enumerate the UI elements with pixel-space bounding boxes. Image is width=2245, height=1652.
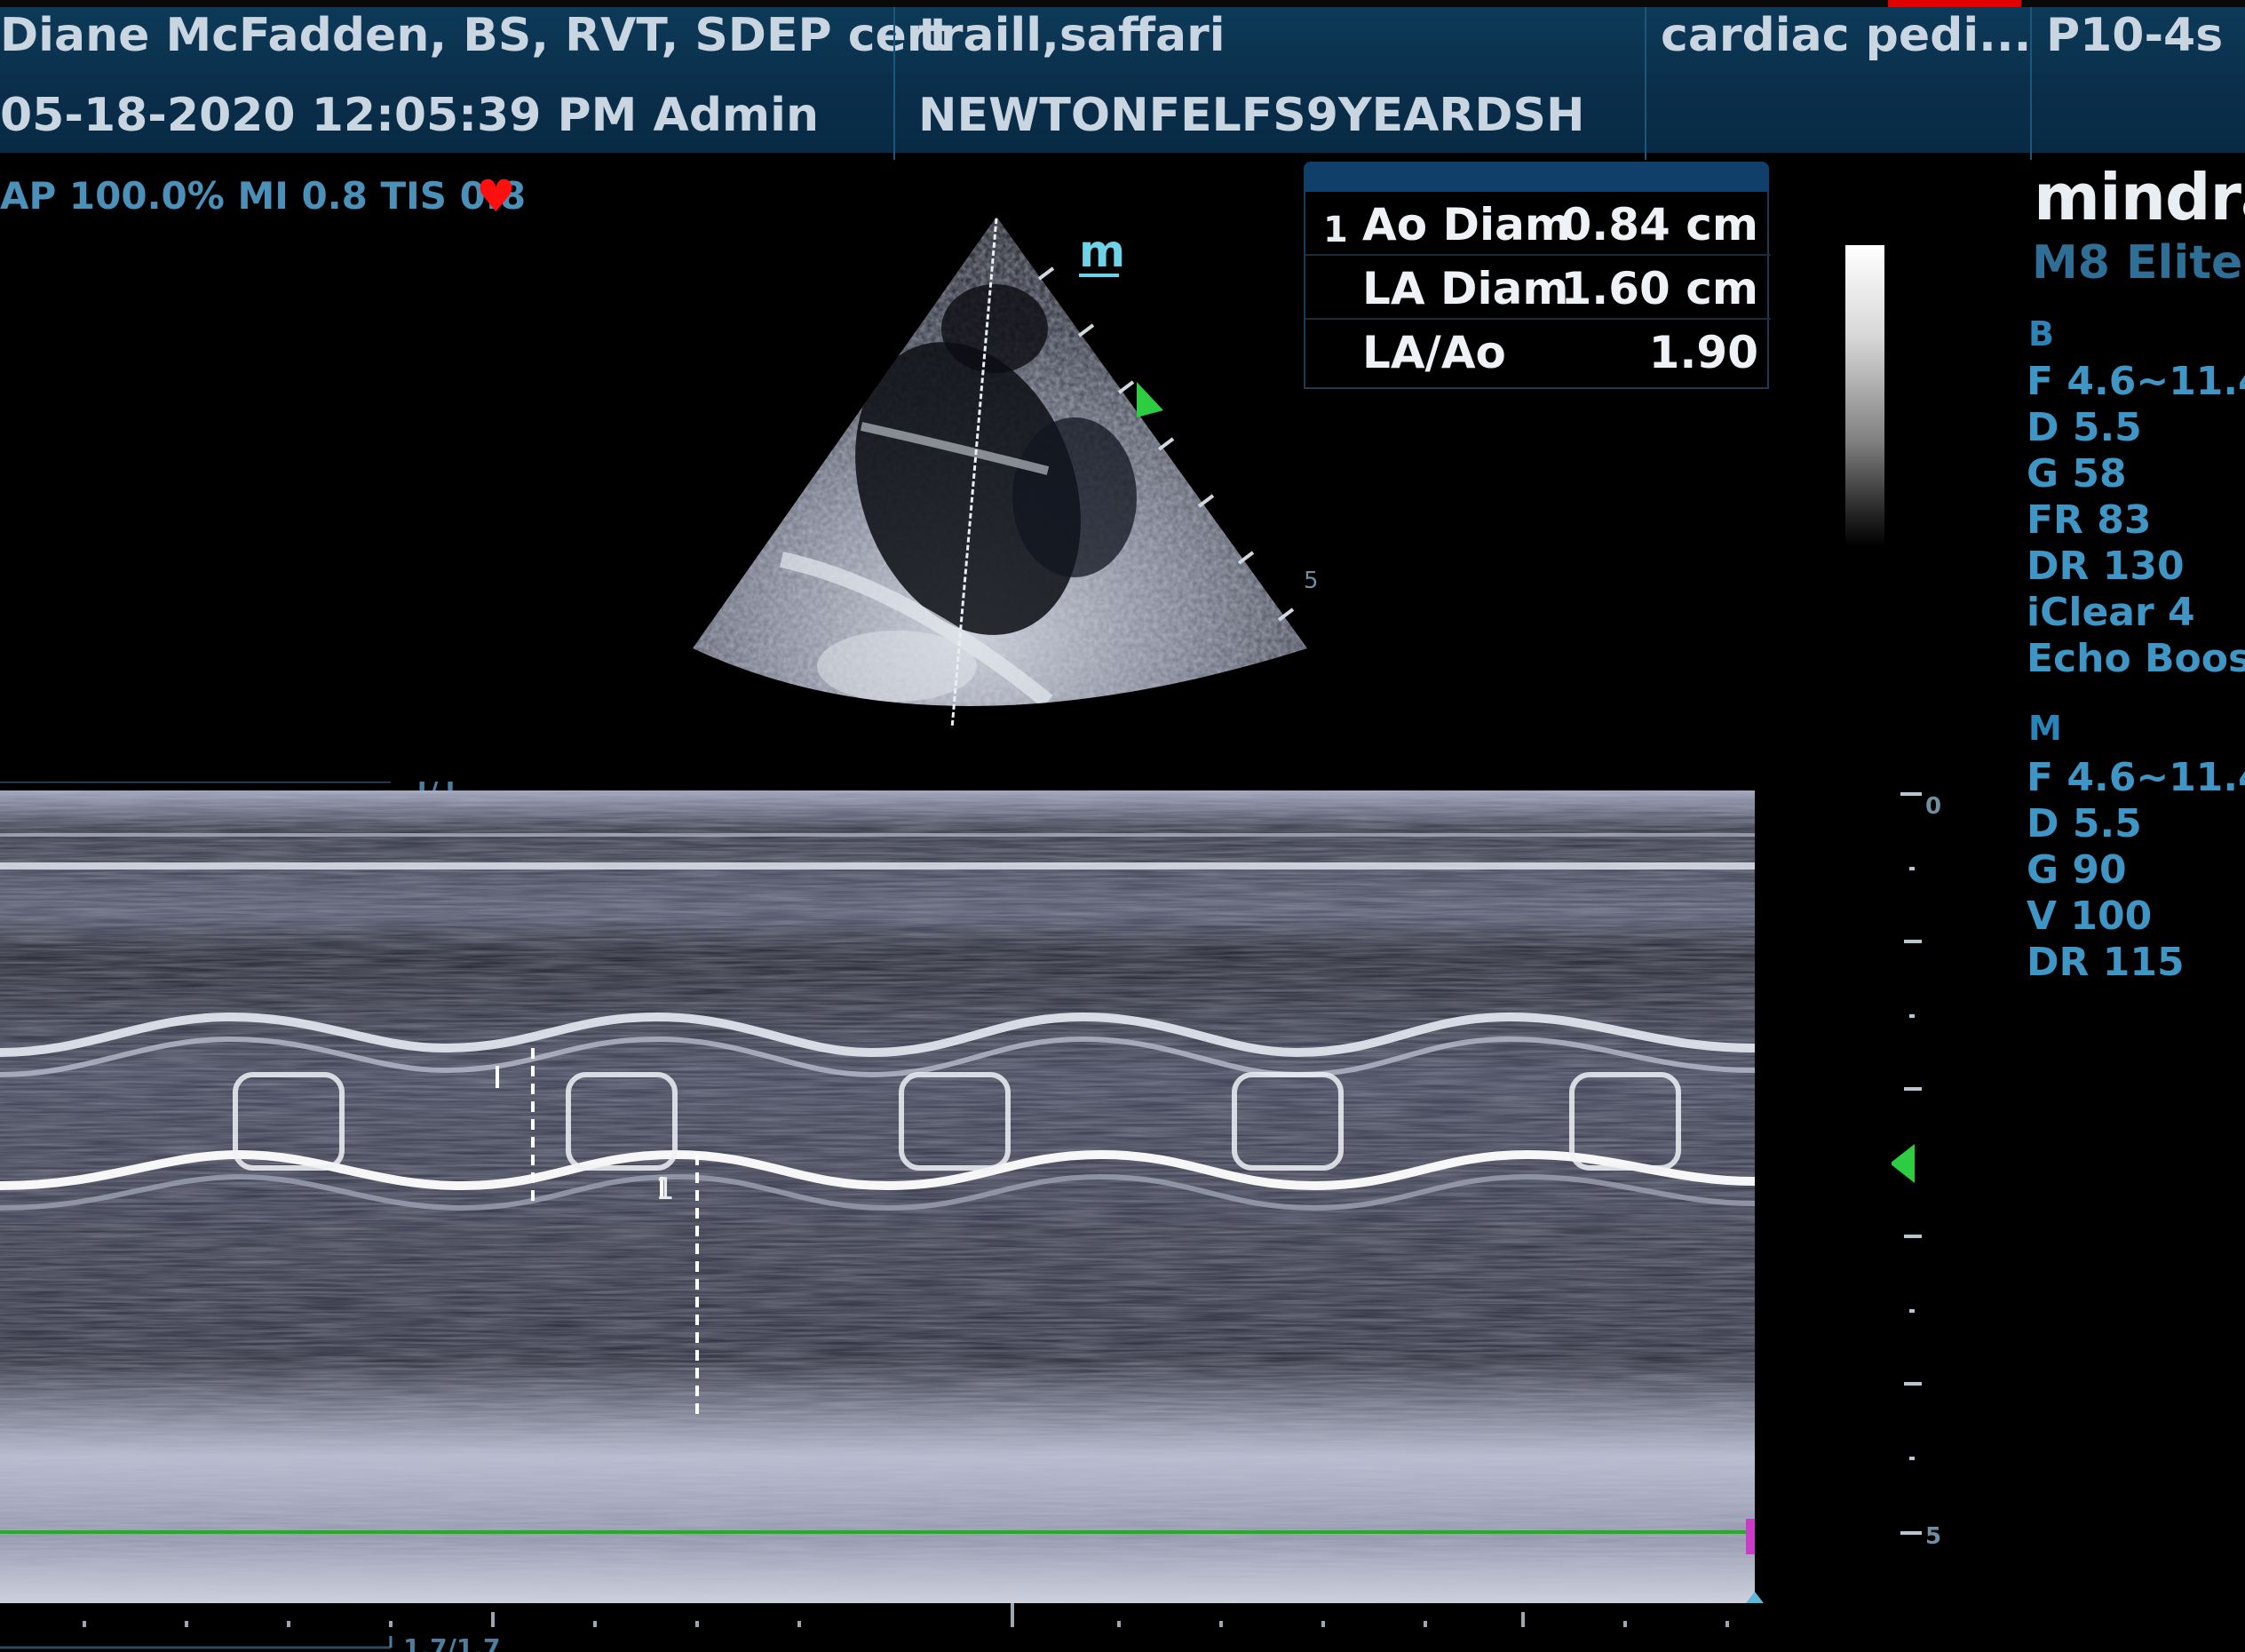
header-bar: Diane McFadden, BS, RVT, SDEP cert 05-18… <box>0 0 2245 160</box>
b-param-iclear: iClear 4 <box>2027 590 2195 635</box>
b-mode-sector-image: m 5 <box>693 217 1319 729</box>
measurement-row: LA Diam 1.60 cm <box>1305 256 1771 320</box>
baseline-marker <box>1746 1519 1755 1554</box>
m-param-gain: G 90 <box>2027 847 2127 893</box>
mmode-marker: m <box>1079 226 1125 277</box>
operator-name: Diane McFadden, BS, RVT, SDEP cert <box>0 9 952 62</box>
measurement-label: LA/Ao <box>1362 327 1506 378</box>
measurement-label: Ao Diam <box>1362 199 1571 250</box>
depth-label-bottom: 5 <box>1925 1523 1941 1550</box>
depth-label-top: 0 <box>1925 793 1941 820</box>
measurement-row: 1 Ao Diam 0.84 cm <box>1305 192 1771 256</box>
b-param-frequency: F 4.6~11.4 <box>2027 359 2245 404</box>
focus-marker-icon[interactable] <box>1137 382 1163 417</box>
measurement-value: 1.60 cm <box>1560 263 1758 314</box>
m-param-dynamic-range: DR 115 <box>2027 940 2185 985</box>
ultrasound-screen: Diane McFadden, BS, RVT, SDEP cert 05-18… <box>0 0 2245 1652</box>
depth-scale: 0 5 <box>1892 792 1941 1550</box>
b-param-gain: G 58 <box>2027 451 2127 496</box>
exam-preset[interactable]: cardiac pedi... <box>1661 9 2031 62</box>
grayscale-bar <box>1845 245 1884 547</box>
b-param-frame-rate: FR 83 <box>2027 497 2152 543</box>
measurement-row: LA/Ao 1.90 <box>1305 320 1771 384</box>
focus-marker-icon[interactable] <box>1892 1144 1915 1183</box>
measurement-results-panel: 1 Ao Diam 0.84 cm LA Diam 1.60 cm LA/Ao … <box>1304 192 1771 389</box>
exam-datetime: 05-18-2020 12:05:39 PM Admin <box>0 89 819 142</box>
b-param-echo-boost: Echo Boost <box>2027 636 2245 681</box>
recording-indicator <box>1888 0 2021 7</box>
header-divider <box>1645 7 1646 160</box>
m-param-sweep-speed: V 100 <box>2027 894 2153 939</box>
measurement-value: 1.90 <box>1648 327 1758 378</box>
m-mode-heading: M <box>2028 709 2062 748</box>
sector-depth-label: 5 <box>1304 568 1319 594</box>
measurement-panel-header <box>1304 162 1769 192</box>
system-model: M8 Elite <box>2032 236 2243 290</box>
header-divider <box>893 7 895 160</box>
measurement-value: 0.84 cm <box>1560 199 1758 250</box>
measurement-label: LA Diam <box>1362 263 1569 314</box>
time-ticks <box>83 1603 1729 1627</box>
m-mode-strip: 1/1 1 <box>0 782 1764 1652</box>
m-param-frequency: F 4.6~11.4 <box>2027 755 2245 800</box>
patient-id[interactable]: NEWTONFELFS9YEARDSH <box>918 89 1585 142</box>
header-divider <box>2030 7 2032 160</box>
b-mode-heading: B <box>2028 314 2054 353</box>
acoustic-status: AP 100.0% MI 0.8 TIS 0.8 <box>0 174 527 218</box>
m-param-depth: D 5.5 <box>2027 801 2142 846</box>
brand-logo: mindray <box>2034 160 2245 234</box>
patient-name[interactable]: traill,saffari <box>918 9 1226 62</box>
mmode-page-bottom: 1.7/1.7 <box>403 1633 500 1652</box>
caliper-index-label: 1 <box>655 1171 675 1207</box>
b-param-dynamic-range: DR 130 <box>2027 544 2185 589</box>
heart-icon: ♥ <box>476 171 516 222</box>
probe-name[interactable]: P10-4s <box>2046 9 2223 62</box>
b-param-depth: D 5.5 <box>2027 405 2142 450</box>
